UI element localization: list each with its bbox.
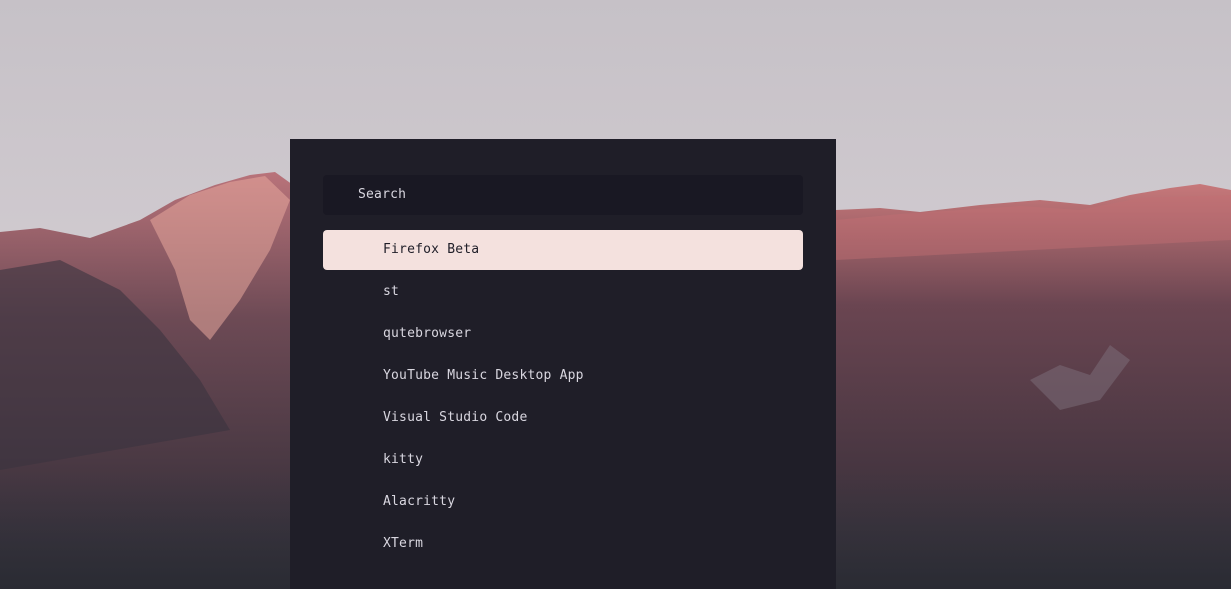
alacritty-icon	[359, 494, 375, 510]
app-item-label: Visual Studio Code	[383, 410, 528, 425]
app-item-label: Alacritty	[383, 494, 456, 509]
app-item-label: kitty	[383, 452, 424, 467]
app-item-label: qutebrowser	[383, 326, 472, 341]
youtube-music-icon	[359, 368, 375, 384]
vscode-icon	[359, 410, 375, 426]
qutebrowser-icon	[359, 326, 375, 342]
search-input[interactable]	[413, 183, 783, 207]
app-item-qutebrowser[interactable]: qutebrowser	[323, 314, 803, 354]
st-icon	[359, 284, 375, 300]
xterm-icon	[359, 536, 375, 552]
search-prompt-label: Search	[358, 187, 407, 202]
app-list: Firefox Beta st qutebrowser YouTube Musi…	[323, 230, 803, 566]
app-item-vscode[interactable]: Visual Studio Code	[323, 398, 803, 438]
app-item-kitty[interactable]: kitty	[323, 440, 803, 480]
app-item-firefox-beta[interactable]: Firefox Beta	[323, 230, 803, 270]
app-item-xterm[interactable]: XTerm	[323, 524, 803, 564]
app-item-label: YouTube Music Desktop App	[383, 368, 584, 383]
app-item-label: XTerm	[383, 536, 424, 551]
search-bar[interactable]: Search	[323, 175, 803, 215]
kitty-icon	[359, 452, 375, 468]
app-item-label: st	[383, 284, 400, 299]
app-item-youtube-music[interactable]: YouTube Music Desktop App	[323, 356, 803, 396]
app-item-st[interactable]: st	[323, 272, 803, 312]
firefox-beta-icon	[359, 242, 375, 258]
app-item-label: Firefox Beta	[383, 242, 480, 257]
app-item-alacritty[interactable]: Alacritty	[323, 482, 803, 522]
app-launcher-window: Search Firefox Beta st qutebrowser YouTu…	[290, 139, 836, 589]
